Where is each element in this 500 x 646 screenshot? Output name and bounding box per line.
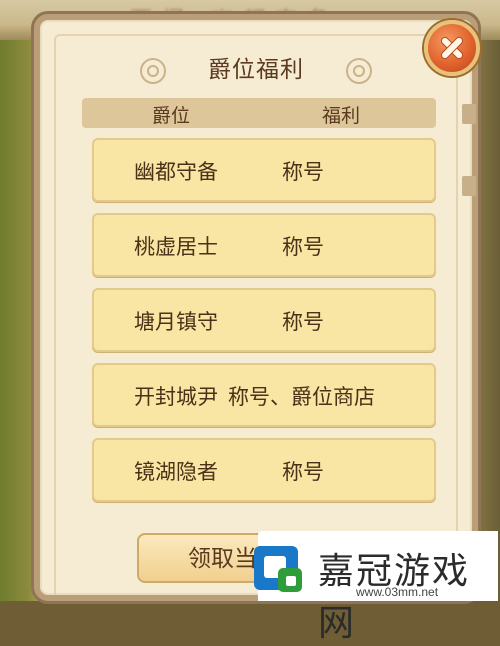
close-button[interactable] [424,20,480,76]
table-header: 爵位 福利 [82,98,436,128]
rank-row: 幽都守备 称号 [92,138,436,202]
rank-benefit: 称号 [282,160,324,184]
rank-row: 开封城尹 称号、爵位商店 [92,363,436,427]
rank-row: 桃虚居士 称号 [92,213,436,277]
rank-row: 镜湖隐者 称号 [92,438,436,502]
rank-benefit: 称号 [282,235,324,259]
rank-benefit: 称号、爵位商店 [228,385,375,409]
watermark-logo-icon [254,546,302,592]
rank-row: 塘月镇守 称号 [92,288,436,352]
rank-benefit: 称号 [282,460,324,484]
rank-benefit: 称号 [282,310,324,334]
watermark-url: www.03mm.net [356,585,439,599]
header-rank-label: 爵位 [152,105,191,127]
rank-benefits-dialog: 爵位福利 爵位 福利 幽都守备 称号 桃虚居士 称号 塘月镇守 称号 开封城尹 … [34,14,478,601]
header-benefit-label: 福利 [322,105,361,127]
side-tab [462,104,476,124]
side-tab [462,176,476,196]
dialog-title: 爵位福利 [208,57,304,83]
